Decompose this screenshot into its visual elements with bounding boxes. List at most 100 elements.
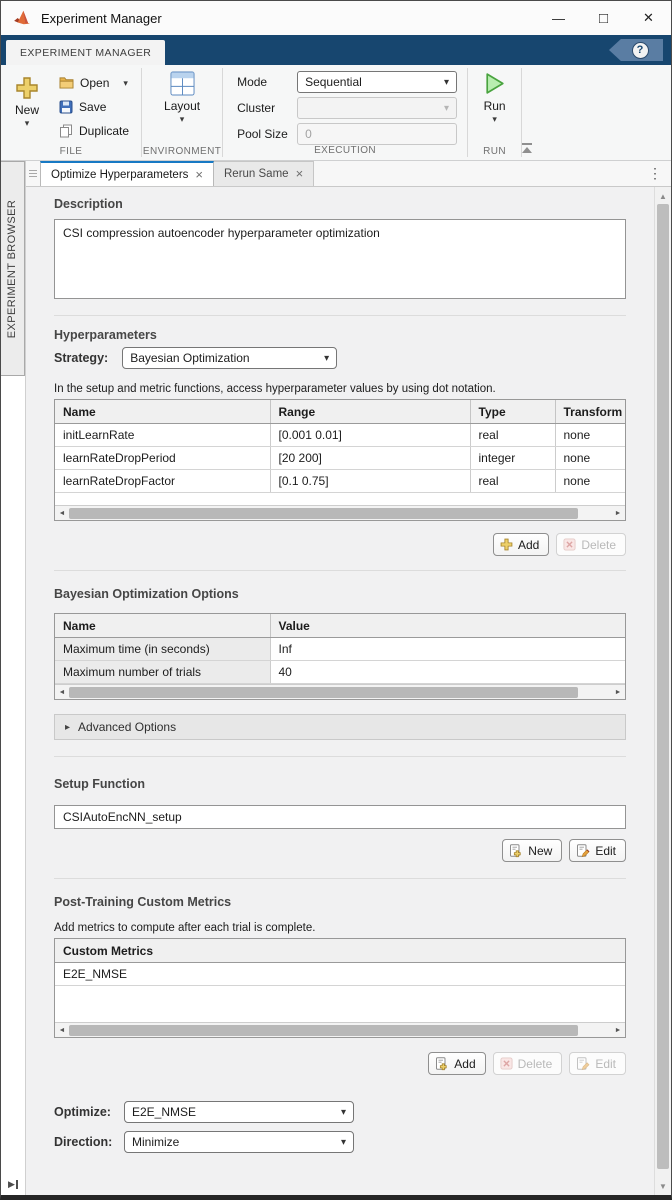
scroll-right-icon[interactable]: ► bbox=[611, 1027, 625, 1034]
advanced-options-expander[interactable]: ▸ Advanced Options bbox=[54, 714, 626, 740]
table-row[interactable]: Maximum number of trials 40 bbox=[55, 661, 625, 684]
document-pencil-icon bbox=[576, 844, 590, 858]
chevron-down-icon: ▾ bbox=[444, 77, 449, 88]
vertical-scrollbar[interactable]: ▲ ▼ bbox=[654, 187, 671, 1195]
delete-hyperparameter-button: Delete bbox=[556, 533, 626, 556]
horizontal-scrollbar[interactable]: ◄ ► bbox=[55, 684, 625, 699]
add-hyperparameter-button[interactable]: Add bbox=[493, 533, 549, 556]
table-row[interactable]: learnRateDropPeriod[20 200] integernone bbox=[55, 447, 625, 470]
scroll-up-icon[interactable]: ▲ bbox=[655, 189, 671, 203]
document-pencil-icon bbox=[576, 1057, 590, 1071]
run-icon bbox=[482, 71, 507, 96]
execution-section-label: EXECUTION bbox=[223, 145, 467, 159]
mode-dropdown[interactable]: Sequential ▾ bbox=[297, 71, 457, 93]
table-row[interactable]: learnRateDropFactor[0.1 0.75] realnone bbox=[55, 470, 625, 493]
new-button[interactable]: New ▾ bbox=[7, 70, 47, 146]
save-icon bbox=[59, 100, 73, 114]
collapse-toolstrip-button[interactable] bbox=[522, 143, 532, 153]
strategy-dropdown[interactable]: Bayesian Optimization ▾ bbox=[122, 347, 337, 369]
help-icon: ? bbox=[632, 42, 649, 59]
document-plus-icon bbox=[435, 1057, 449, 1071]
custom-metrics-table: Custom Metrics E2E_NMSE ◄ ► bbox=[54, 938, 626, 1038]
chevron-down-icon: ▾ bbox=[444, 103, 449, 114]
toolstrip: New ▾ Open ▾ bbox=[1, 65, 671, 161]
delete-x-icon bbox=[500, 1057, 513, 1070]
hyperparameters-section: Hyperparameters Strategy: Bayesian Optim… bbox=[54, 315, 626, 570]
cluster-dropdown: ▾ bbox=[297, 97, 457, 119]
bayes-options-section: Bayesian Optimization Options Name Value… bbox=[54, 570, 626, 756]
scroll-left-icon[interactable]: ◄ bbox=[55, 1027, 69, 1034]
setup-function-input[interactable]: CSIAutoEncNN_setup bbox=[54, 805, 626, 829]
chevron-down-icon: ▾ bbox=[324, 353, 329, 364]
mode-label: Mode bbox=[237, 75, 297, 89]
help-button[interactable]: ? bbox=[609, 39, 663, 61]
add-metric-button[interactable]: Add bbox=[428, 1052, 485, 1075]
document-tab-bar: Optimize Hyperparameters × Rerun Same × … bbox=[26, 161, 671, 187]
tab-bar-grip[interactable] bbox=[26, 161, 40, 186]
scroll-down-icon[interactable]: ▼ bbox=[655, 1179, 671, 1193]
experiment-browser-tab[interactable]: EXPERIMENT BROWSER bbox=[1, 161, 25, 376]
direction-dropdown[interactable]: Minimize ▾ bbox=[124, 1131, 354, 1153]
scrollbar-thumb[interactable] bbox=[69, 1025, 578, 1036]
environment-section-label: ENVIRONMENT bbox=[142, 146, 222, 160]
chevron-up-icon bbox=[522, 147, 532, 153]
scroll-left-icon[interactable]: ◄ bbox=[55, 689, 69, 696]
close-button[interactable]: ✕ bbox=[626, 1, 671, 35]
direction-label: Direction: bbox=[54, 1135, 124, 1149]
experiment-definition-pane: Description CSI compression autoencoder … bbox=[26, 187, 654, 1195]
horizontal-scrollbar[interactable]: ◄ ► bbox=[55, 505, 625, 520]
table-row[interactable]: E2E_NMSE bbox=[55, 963, 625, 986]
scroll-right-icon[interactable]: ► bbox=[611, 510, 625, 517]
chevron-down-icon: ▾ bbox=[25, 119, 30, 127]
maximize-button[interactable]: □ bbox=[581, 1, 626, 35]
optimize-label: Optimize: bbox=[54, 1105, 124, 1119]
new-setup-function-button[interactable]: New bbox=[502, 839, 562, 862]
close-tab-icon[interactable]: × bbox=[195, 169, 203, 181]
hyperparameters-helper-text: In the setup and metric functions, acces… bbox=[54, 383, 626, 395]
pool-size-input: 0 bbox=[297, 123, 457, 145]
tab-optimize-hyperparameters[interactable]: Optimize Hyperparameters × bbox=[40, 161, 214, 186]
close-tab-icon[interactable]: × bbox=[296, 168, 304, 180]
execution-group: Mode Sequential ▾ Cluster ▾ Pool Size 0 bbox=[223, 65, 467, 160]
layout-button[interactable]: Layout ▾ bbox=[156, 65, 208, 146]
scrollbar-thumb[interactable] bbox=[69, 508, 578, 519]
chevron-down-icon: ▾ bbox=[123, 79, 128, 87]
folder-icon bbox=[59, 76, 74, 89]
scroll-left-icon[interactable]: ◄ bbox=[55, 510, 69, 517]
scrollbar-thumb[interactable] bbox=[657, 204, 669, 1169]
optimize-dropdown[interactable]: E2E_NMSE ▾ bbox=[124, 1101, 354, 1123]
duplicate-button[interactable]: Duplicate bbox=[55, 120, 133, 141]
horizontal-scrollbar[interactable]: ◄ ► bbox=[55, 1022, 625, 1037]
experiment-browser-panel: EXPERIMENT BROWSER ▶ bbox=[1, 161, 26, 1195]
ribbon: EXPERIMENT MANAGER ? bbox=[1, 35, 671, 65]
chevron-down-icon: ▾ bbox=[341, 1107, 346, 1118]
hyperparameters-table: Name Range Type Transform initLearnRate[… bbox=[54, 399, 626, 521]
setup-function-title: Setup Function bbox=[54, 777, 626, 791]
plus-icon bbox=[500, 538, 513, 551]
plus-icon bbox=[15, 76, 39, 100]
open-button[interactable]: Open ▾ bbox=[55, 72, 133, 93]
description-section: Description CSI compression autoencoder … bbox=[54, 187, 626, 315]
run-group: Run ▾ RUN bbox=[468, 65, 521, 160]
edit-setup-function-button[interactable]: Edit bbox=[569, 839, 626, 862]
file-section-label: FILE bbox=[1, 146, 141, 160]
minimize-button[interactable]: — bbox=[536, 1, 581, 35]
run-button[interactable]: Run ▾ bbox=[474, 65, 515, 146]
cluster-label: Cluster bbox=[237, 101, 297, 115]
tab-overflow-menu-icon[interactable]: ⋮ bbox=[639, 161, 671, 186]
ribbon-tab-experiment-manager[interactable]: EXPERIMENT MANAGER bbox=[6, 40, 165, 65]
bayes-options-title: Bayesian Optimization Options bbox=[54, 587, 626, 601]
expand-panel-button[interactable]: ▶ bbox=[1, 1179, 25, 1189]
scrollbar-thumb[interactable] bbox=[69, 687, 578, 698]
tab-rerun-same[interactable]: Rerun Same × bbox=[214, 161, 314, 186]
scroll-right-icon[interactable]: ► bbox=[611, 689, 625, 696]
table-header-row: Custom Metrics bbox=[55, 939, 625, 963]
table-row[interactable]: Maximum time (in seconds) Inf bbox=[55, 638, 625, 661]
experiment-manager-window: Experiment Manager — □ ✕ EXPERIMENT MANA… bbox=[0, 0, 672, 1200]
window-title: Experiment Manager bbox=[41, 11, 162, 26]
expand-right-icon: ▶ bbox=[8, 1179, 15, 1189]
description-textarea[interactable]: CSI compression autoencoder hyperparamet… bbox=[54, 219, 626, 299]
delete-x-icon bbox=[563, 538, 576, 551]
save-button[interactable]: Save bbox=[55, 96, 133, 117]
table-row[interactable]: initLearnRate[0.001 0.01] realnone bbox=[55, 424, 625, 447]
